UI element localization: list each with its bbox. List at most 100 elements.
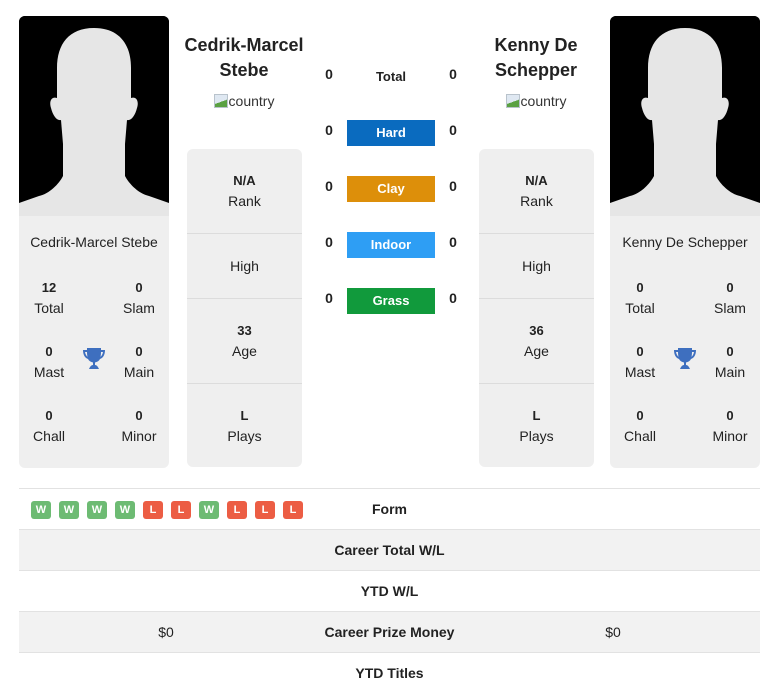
player2-plays: L Plays bbox=[479, 384, 594, 467]
trophy-icon bbox=[672, 346, 698, 372]
player2-card: Kenny De Schepper 0 Total 0 Slam 0 Mast … bbox=[610, 16, 760, 468]
player2-info-panel: N/A Rank High 36 Age L Plays bbox=[479, 149, 594, 467]
h2h-hard-p2: 0 bbox=[449, 122, 457, 138]
player2-titles-slam: 0 Slam bbox=[700, 278, 760, 318]
broken-image-icon bbox=[213, 94, 228, 108]
stat-value: 0 bbox=[135, 408, 143, 423]
stat-value: 0 bbox=[636, 280, 644, 295]
row-label: Form bbox=[372, 501, 407, 517]
info-label: High bbox=[230, 258, 259, 274]
player2-titles-chall: 0 Chall bbox=[610, 406, 670, 446]
info-label: Rank bbox=[520, 193, 553, 209]
flag-alt-text: country bbox=[520, 93, 567, 109]
info-label: Plays bbox=[227, 428, 262, 444]
player1-age: 33 Age bbox=[187, 299, 302, 384]
player2-titles-total: 0 Total bbox=[610, 278, 670, 318]
player1-titles-main: 0 Main bbox=[109, 342, 169, 382]
info-value: L bbox=[532, 408, 541, 423]
stat-label: Main bbox=[123, 364, 155, 380]
flag-alt-text: country bbox=[228, 93, 275, 109]
info-label: Rank bbox=[228, 193, 261, 209]
stat-value: 0 bbox=[45, 408, 53, 423]
stat-label: Minor bbox=[712, 428, 748, 444]
player2-photo[interactable] bbox=[610, 16, 760, 216]
stat-label: Minor bbox=[121, 428, 157, 444]
row-label: Career Total W/L bbox=[334, 542, 445, 558]
player1-rank: N/A Rank bbox=[187, 149, 302, 234]
table-row-ytd-wl: YTD W/L bbox=[19, 571, 760, 612]
h2h-total-p2: 0 bbox=[449, 66, 457, 82]
player2-rank: N/A Rank bbox=[479, 149, 594, 234]
stat-label: Chall bbox=[624, 428, 656, 444]
stat-value: 0 bbox=[45, 344, 53, 359]
player2-titles-main: 0 Main bbox=[700, 342, 760, 382]
player2-name[interactable]: Kenny De Schepper bbox=[471, 33, 601, 83]
row-label: YTD W/L bbox=[360, 583, 419, 599]
table-row-career-wl: Career Total W/L bbox=[19, 530, 760, 571]
player1-plays: L Plays bbox=[187, 384, 302, 467]
h2h-grass-p1: 0 bbox=[325, 290, 333, 306]
player1-name-line2: Stebe bbox=[219, 60, 269, 80]
table-row-prize-money: $0 Career Prize Money $0 bbox=[19, 612, 760, 653]
h2h-indoor-p1: 0 bbox=[325, 234, 333, 250]
player1-card-name: Cedrik-Marcel Stebe bbox=[30, 234, 158, 250]
h2h-total-p1: 0 bbox=[325, 66, 333, 82]
h2h-hard-p1: 0 bbox=[325, 122, 333, 138]
stat-label: Chall bbox=[33, 428, 65, 444]
broken-image-icon bbox=[505, 94, 520, 108]
player2-titles-mast: 0 Mast bbox=[610, 342, 670, 382]
player1-info-panel: N/A Rank High 33 Age L Plays bbox=[187, 149, 302, 467]
surface-grass-badge[interactable]: Grass bbox=[347, 288, 435, 314]
h2h-grass-p2: 0 bbox=[449, 290, 457, 306]
player1-titles-chall: 0 Chall bbox=[19, 406, 79, 446]
stat-label: Slam bbox=[714, 300, 746, 316]
surface-hard-badge[interactable]: Hard bbox=[347, 120, 435, 146]
stat-value: 0 bbox=[726, 408, 734, 423]
player1-titles-slam: 0 Slam bbox=[109, 278, 169, 318]
info-label: Plays bbox=[519, 428, 554, 444]
h2h-clay-p1: 0 bbox=[325, 178, 333, 194]
player1-name[interactable]: Cedrik-Marcel Stebe bbox=[179, 33, 309, 83]
player2-flag: country bbox=[481, 93, 591, 109]
stat-value: 0 bbox=[135, 344, 143, 359]
stat-value: 0 bbox=[636, 408, 644, 423]
surface-indoor-badge[interactable]: Indoor bbox=[347, 232, 435, 258]
player2-name-line2: Schepper bbox=[494, 60, 578, 80]
trophy-icon bbox=[81, 346, 107, 372]
stat-label: Mast bbox=[33, 364, 65, 380]
h2h-clay-p2: 0 bbox=[449, 178, 457, 194]
stat-label: Main bbox=[714, 364, 746, 380]
player1-titles-minor: 0 Minor bbox=[109, 406, 169, 446]
stat-label: Mast bbox=[624, 364, 656, 380]
player1-titles-total: 12 Total bbox=[19, 278, 79, 318]
player1-flag: country bbox=[189, 93, 299, 109]
player1-name-line1: Cedrik-Marcel bbox=[184, 35, 304, 55]
info-value: 36 bbox=[529, 323, 544, 338]
surface-clay-badge[interactable]: Clay bbox=[347, 176, 435, 202]
h2h-total-label: Total bbox=[375, 69, 407, 84]
stat-value: 0 bbox=[135, 280, 143, 295]
stat-label: Slam bbox=[123, 300, 155, 316]
player2-name-line1: Kenny De bbox=[494, 35, 578, 55]
player2-high: High bbox=[479, 234, 594, 299]
player2-card-name: Kenny De Schepper bbox=[622, 234, 748, 250]
info-value: N/A bbox=[233, 173, 256, 188]
info-label: Age bbox=[232, 343, 257, 359]
info-label: Age bbox=[524, 343, 549, 359]
player2-value: $0 bbox=[605, 624, 621, 640]
h2h-indoor-p2: 0 bbox=[449, 234, 457, 250]
player1-photo[interactable] bbox=[19, 16, 169, 216]
info-value: 33 bbox=[237, 323, 252, 338]
player1-high: High bbox=[187, 234, 302, 299]
player2-titles-minor: 0 Minor bbox=[700, 406, 760, 446]
comparison-table: WWWWLLWLLL Form Career Total W/L YTD W/L… bbox=[19, 488, 760, 694]
table-row-ytd-titles: YTD Titles bbox=[19, 653, 760, 694]
row-label: YTD Titles bbox=[355, 665, 424, 681]
info-value: L bbox=[240, 408, 249, 423]
stat-value: 0 bbox=[726, 344, 734, 359]
silhouette-avatar-icon bbox=[19, 16, 169, 216]
stat-value: 0 bbox=[726, 280, 734, 295]
player1-card: Cedrik-Marcel Stebe 12 Total 0 Slam 0 Ma… bbox=[19, 16, 169, 468]
player2-age: 36 Age bbox=[479, 299, 594, 384]
info-value: N/A bbox=[525, 173, 548, 188]
